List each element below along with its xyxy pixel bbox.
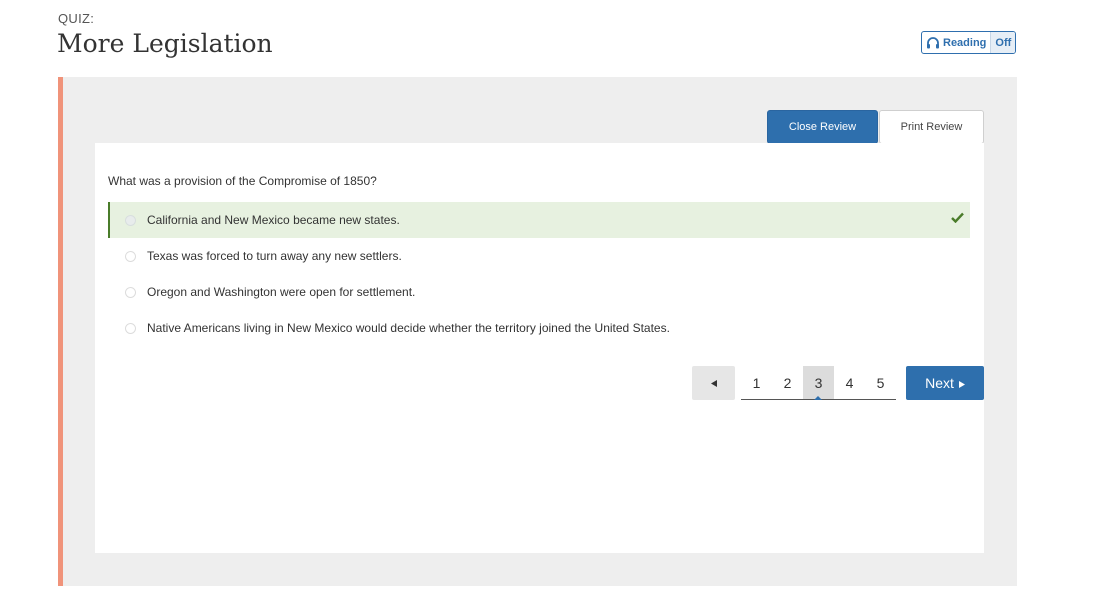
headphones-icon	[926, 36, 940, 49]
page-number-2[interactable]: 2	[772, 366, 803, 399]
answer-label: Native Americans living in New Mexico wo…	[147, 321, 670, 335]
reading-state[interactable]: Off	[990, 32, 1016, 53]
radio-button[interactable]	[125, 286, 136, 298]
answer-option-2[interactable]: Texas was forced to turn away any new se…	[108, 238, 970, 274]
close-review-button[interactable]: Close Review	[767, 110, 878, 144]
question-text: What was a provision of the Compromise o…	[108, 174, 377, 188]
page-number-3-current[interactable]: 3	[803, 366, 834, 400]
radio-button[interactable]	[125, 322, 136, 334]
triangle-left-icon	[710, 374, 717, 392]
page-number-5[interactable]: 5	[865, 366, 896, 399]
answer-option-4[interactable]: Native Americans living in New Mexico wo…	[108, 310, 970, 346]
radio-button[interactable]	[125, 250, 136, 262]
reading-label: Reading	[943, 36, 987, 49]
quiz-kicker: QUIZ:	[58, 11, 95, 26]
page-number-4[interactable]: 4	[834, 366, 865, 399]
print-review-button[interactable]: Print Review	[879, 110, 984, 144]
triangle-right-icon	[958, 375, 965, 391]
answer-label: Oregon and Washington were open for sett…	[147, 285, 416, 299]
page-number-list: 1 2 3 4 5	[741, 366, 896, 400]
checkmark-icon	[951, 212, 964, 226]
reading-toggle[interactable]: Reading Off	[921, 31, 1017, 54]
page-title: More Legislation	[57, 29, 273, 58]
next-button[interactable]: Next	[906, 366, 984, 400]
radio-button[interactable]	[125, 214, 136, 226]
reading-toggle-label-wrap: Reading	[922, 32, 990, 53]
accent-bar	[58, 77, 63, 586]
answer-label: Texas was forced to turn away any new se…	[147, 249, 402, 263]
answer-option-3[interactable]: Oregon and Washington were open for sett…	[108, 274, 970, 310]
answer-option-1[interactable]: California and New Mexico became new sta…	[108, 202, 970, 238]
answer-label: California and New Mexico became new sta…	[147, 213, 400, 227]
next-label: Next	[925, 375, 954, 391]
previous-page-button[interactable]	[692, 366, 735, 400]
page-number-1[interactable]: 1	[741, 366, 772, 399]
